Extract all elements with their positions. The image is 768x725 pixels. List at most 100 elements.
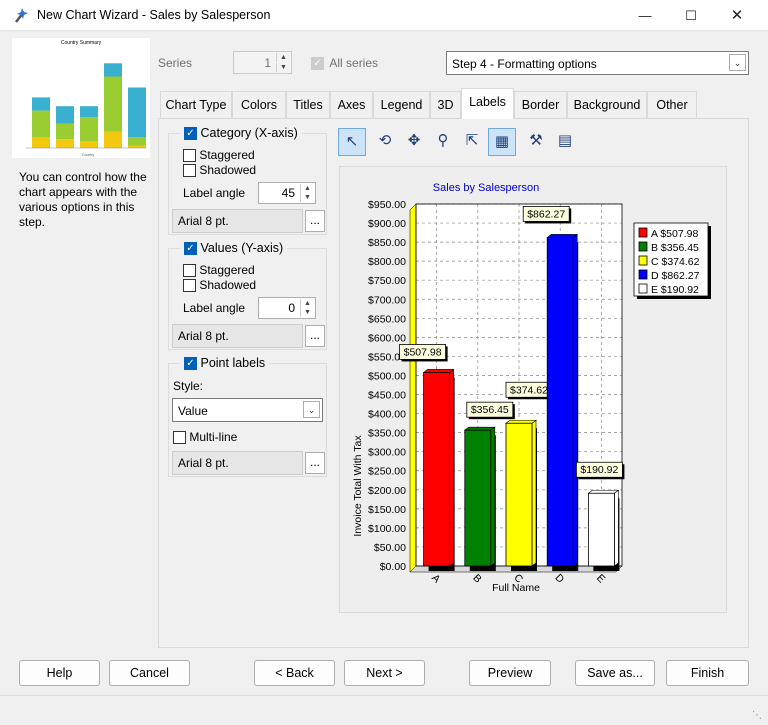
legend-entry: E $190.92 (651, 284, 699, 296)
series-spinner[interactable]: 1 ▲ ▼ (233, 51, 292, 74)
bar-top (546, 234, 579, 238)
category-angle-spinner[interactable]: 45 ▲ ▼ (258, 182, 316, 204)
save-as-button[interactable]: Save as... (575, 660, 655, 686)
multiline-label: Multi-line (189, 430, 238, 444)
thumbnail-bar-segment (32, 97, 50, 111)
style-select[interactable]: Value ⌄ (172, 398, 323, 422)
help-button[interactable]: Help (19, 660, 100, 686)
y-tick-label: $400.00 (368, 409, 406, 421)
point-labels-title: Point labels (200, 356, 266, 370)
chart-legend: A $507.98 B $356.45 C $374.62 D $862.27 E $1… (633, 222, 711, 299)
move-icon[interactable]: ✥ (400, 128, 428, 156)
point-label: $374.62 (510, 384, 548, 396)
bar-A (423, 372, 450, 567)
checkbox-box (183, 164, 196, 178)
point-labels-font-field[interactable]: Arial 8 pt. (172, 451, 303, 475)
bar-top (422, 369, 455, 373)
category-staggered-checkbox[interactable]: Staggered (183, 148, 255, 163)
thumbnail-bar-segment (56, 123, 74, 140)
spin-up-icon[interactable]: ▲ (300, 184, 314, 193)
thumbnail-bars (26, 63, 146, 149)
values-font-button[interactable]: ... (305, 325, 325, 347)
sales-chart[interactable]: Sales by Salesperson Invoice Total With … (339, 166, 727, 613)
maximize-icon[interactable]: ☐ (668, 0, 714, 31)
checkbox-box (183, 264, 196, 278)
category-font-button[interactable]: ... (305, 210, 325, 232)
bar-side (531, 419, 537, 567)
y-tick-label: $300.00 (368, 447, 406, 459)
rotate-icon[interactable]: ⟲ (371, 128, 399, 156)
checkmark-icon: ✓ (311, 57, 324, 71)
category-staggered-label: Staggered (199, 148, 255, 162)
category-shadowed-checkbox[interactable]: Shadowed (183, 163, 257, 178)
values-angle-spinner[interactable]: 0 ▲ ▼ (258, 297, 316, 319)
tab-other[interactable]: Other (647, 91, 697, 118)
tab-chart-type[interactable]: Chart Type (160, 91, 232, 118)
thumbnail-title: Country Summary (61, 40, 102, 46)
preview-button[interactable]: Preview (469, 660, 551, 686)
legend-entry: B $356.45 (651, 242, 699, 254)
values-angle-value: 0 (288, 301, 295, 315)
category-checkbox[interactable]: ✓ Category (X-axis) (180, 126, 302, 141)
y-tick-label: $200.00 (368, 485, 406, 497)
step-select[interactable]: Step 4 - Formatting options ⌄ (446, 51, 749, 75)
tools-icon[interactable]: ⚒ (522, 128, 550, 156)
tab-colors[interactable]: Colors (232, 91, 286, 118)
back-button[interactable]: < Back (254, 660, 335, 686)
values-font-field[interactable]: Arial 8 pt. (172, 324, 303, 348)
series-label: Series (158, 56, 193, 70)
y-tick-label: $900.00 (368, 218, 406, 230)
checkmark-icon: ✓ (184, 127, 197, 141)
category-font-field[interactable]: Arial 8 pt. (172, 209, 303, 233)
tab-axes[interactable]: Axes (330, 91, 373, 118)
tab-3d[interactable]: 3D (430, 91, 461, 118)
y-tick-label: $450.00 (368, 390, 406, 402)
axis-wall (409, 203, 417, 573)
point-label: $862.27 (527, 208, 565, 220)
tab-legend[interactable]: Legend (373, 91, 430, 118)
all-series-checkbox[interactable]: ✓ All series (311, 56, 379, 71)
chart-title: Sales by Salesperson (433, 182, 539, 194)
spin-down-icon[interactable]: ▼ (276, 63, 290, 72)
zoom-icon[interactable]: ⚲ (429, 128, 457, 156)
tab-labels[interactable]: Labels (461, 88, 514, 119)
legend-swatch (638, 241, 648, 252)
bar-E (587, 492, 615, 567)
multiline-checkbox[interactable]: Multi-line (173, 430, 238, 445)
tab-background[interactable]: Background (567, 91, 647, 118)
spin-up-icon[interactable]: ▲ (276, 53, 290, 62)
bar-side (572, 233, 578, 567)
values-staggered-checkbox[interactable]: Staggered (183, 263, 255, 278)
3d-view-icon[interactable]: ▦ (488, 128, 516, 156)
values-checkbox[interactable]: ✓ Values (Y-axis) (180, 241, 288, 256)
tab-titles[interactable]: Titles (286, 91, 330, 118)
resize-icon[interactable]: ⇱ (458, 128, 486, 156)
minimize-icon[interactable]: — (622, 0, 668, 31)
close-icon[interactable]: ✕ (714, 0, 760, 31)
tab-border[interactable]: Border (514, 91, 567, 118)
point-labels-checkbox[interactable]: ✓ Point labels (180, 356, 270, 371)
next-button[interactable]: Next > (344, 660, 425, 686)
resize-grip-icon[interactable]: ⋱ (752, 710, 762, 721)
y-tick-label: $100.00 (368, 523, 406, 535)
pointer-icon[interactable]: ↖ (338, 128, 366, 156)
chevron-down-icon[interactable]: ⌄ (303, 401, 320, 418)
legend-swatch (638, 269, 648, 280)
thumbnail-bar-segment (104, 63, 122, 77)
category-shadowed-label: Shadowed (199, 163, 257, 177)
spin-down-icon[interactable]: ▼ (300, 308, 314, 317)
bar-top (505, 419, 537, 424)
checkbox-box (183, 279, 196, 293)
finish-button[interactable]: Finish (666, 660, 749, 686)
chevron-down-icon[interactable]: ⌄ (729, 54, 746, 71)
point-labels-font-button[interactable]: ... (305, 452, 325, 474)
values-shadowed-checkbox[interactable]: Shadowed (183, 278, 256, 293)
chart-data-icon[interactable]: ▤ (551, 128, 579, 156)
cancel-button[interactable]: Cancel (109, 660, 190, 686)
style-select-value: Value (178, 404, 208, 418)
spin-down-icon[interactable]: ▼ (300, 193, 314, 202)
spin-up-icon[interactable]: ▲ (300, 299, 314, 308)
y-tick-label: $700.00 (368, 294, 406, 306)
all-series-label: All series (329, 56, 379, 70)
y-tick-label: $600.00 (368, 332, 406, 344)
